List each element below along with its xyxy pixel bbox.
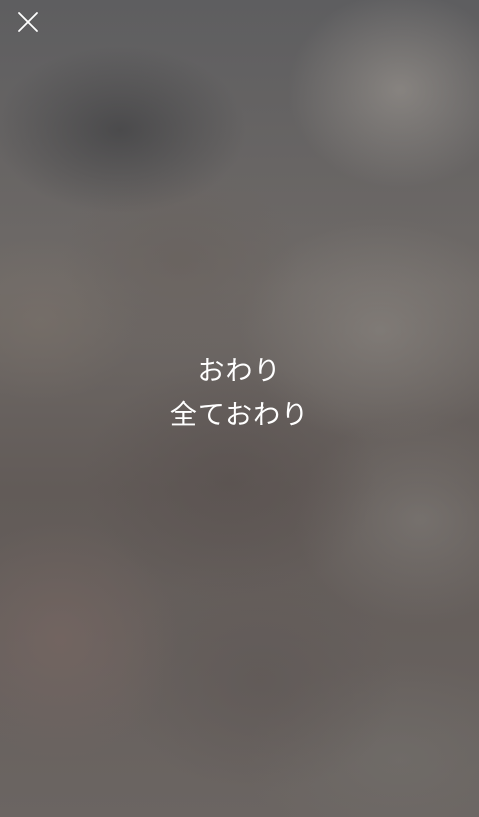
finished-screen: おわり 全ておわり: [0, 0, 479, 817]
close-icon: [18, 12, 38, 32]
end-subtitle: 全ておわり: [169, 400, 310, 431]
end-message: おわり 全ておわり: [0, 350, 479, 438]
end-title: おわり: [197, 356, 282, 387]
close-button[interactable]: [10, 4, 46, 40]
